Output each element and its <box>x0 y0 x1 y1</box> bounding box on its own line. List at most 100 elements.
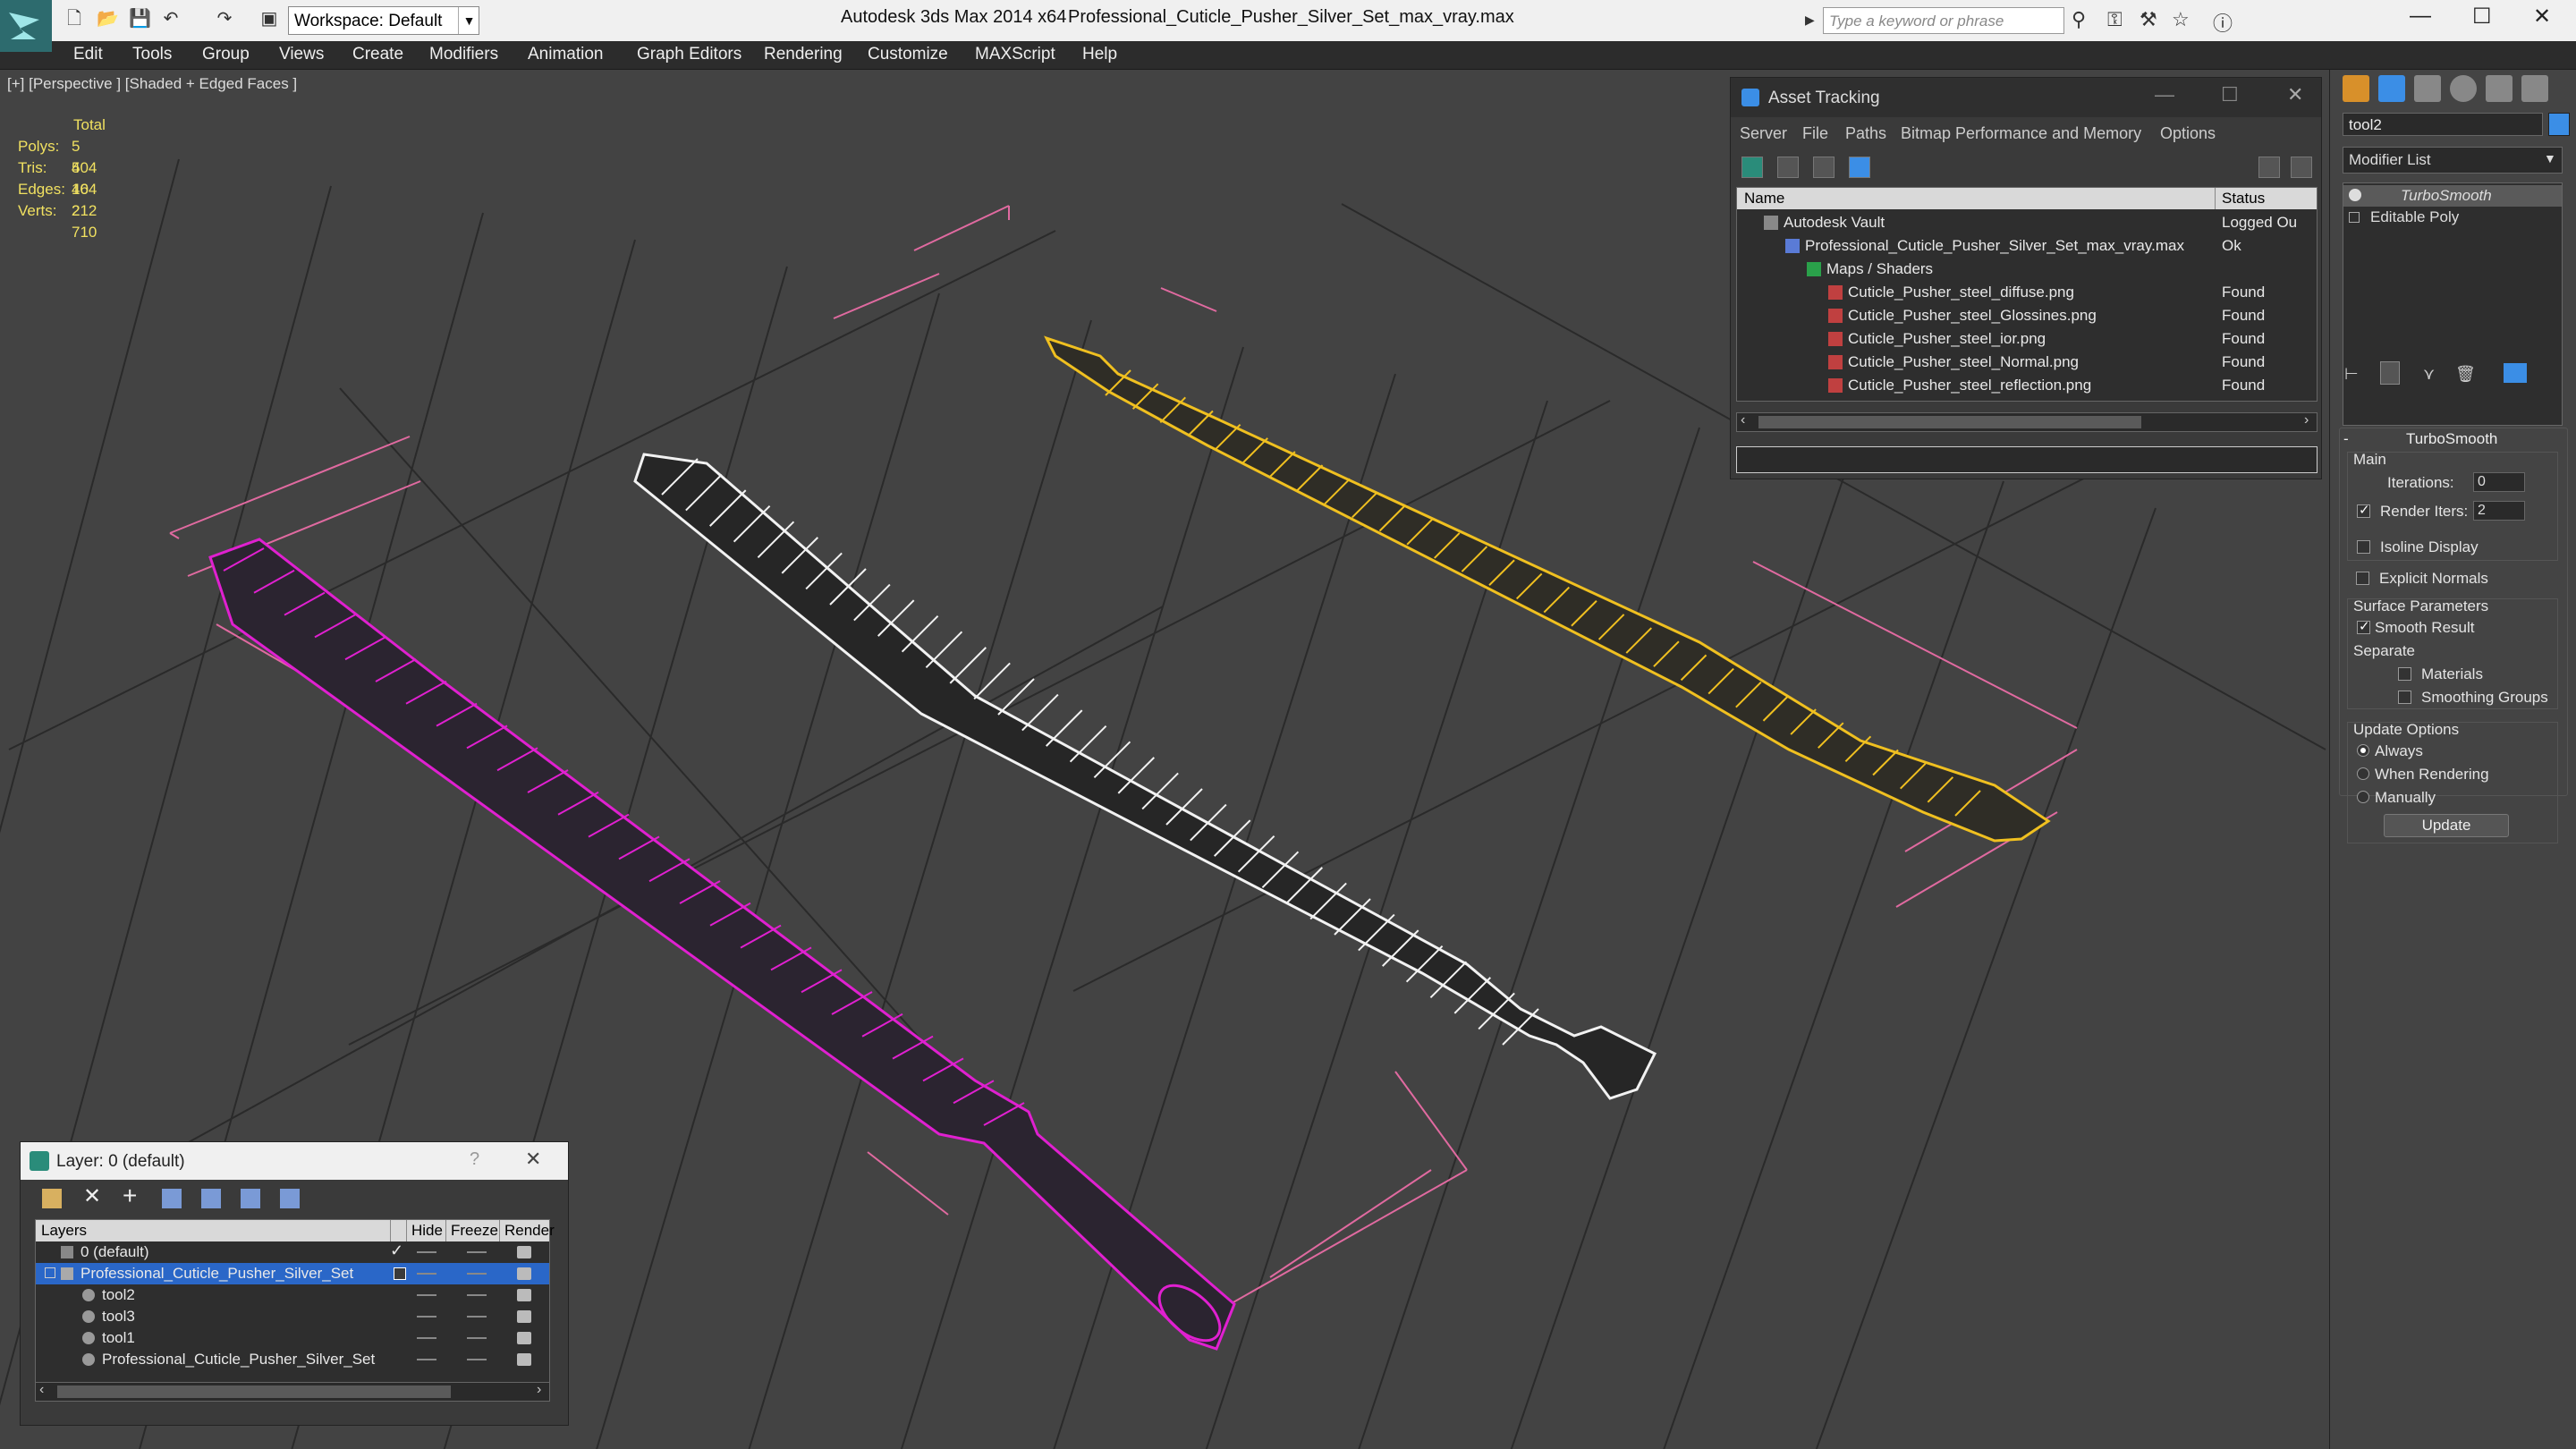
tools-icon[interactable]: ⚒ <box>2140 8 2157 31</box>
help-icon[interactable]: ⓘ <box>2213 8 2233 37</box>
table-row[interactable]: Cuticle_Pusher_steel_Normal.png Found <box>1737 351 2317 374</box>
horizontal-scrollbar[interactable]: ‹ › <box>1736 412 2318 432</box>
scroll-left-icon[interactable]: ‹ <box>39 1382 44 1398</box>
open-file-icon[interactable]: 📂 <box>97 9 119 29</box>
scroll-right-icon[interactable]: › <box>537 1382 541 1398</box>
column-freeze[interactable]: Freeze <box>451 1222 498 1240</box>
pin-stack-icon[interactable]: ⊢ <box>2344 365 2359 384</box>
app-logo-icon[interactable] <box>0 0 52 52</box>
column-name[interactable]: Name <box>1744 190 1784 208</box>
configure-sets-icon[interactable] <box>2504 363 2527 383</box>
render-iters-spinner[interactable]: 2 <box>2473 501 2525 521</box>
motion-tab-icon[interactable] <box>2450 75 2477 102</box>
column-layers[interactable]: Layers <box>41 1222 87 1240</box>
viewport-label[interactable]: [+] [Perspective ] [Shaded + Edged Faces… <box>7 75 297 93</box>
list-view-icon[interactable] <box>1777 157 1799 178</box>
hide-toggle[interactable] <box>417 1359 436 1360</box>
hide-toggle[interactable] <box>417 1316 436 1318</box>
manually-radio[interactable] <box>2357 791 2369 803</box>
menu-customize[interactable]: Customize <box>868 45 948 64</box>
expand-icon[interactable] <box>2349 212 2360 223</box>
menu-create[interactable]: Create <box>352 45 403 64</box>
add-to-layer-icon[interactable]: + <box>123 1182 137 1210</box>
menu-animation[interactable]: Animation <box>528 45 604 64</box>
collapse-icon[interactable]: - <box>2343 430 2349 448</box>
freeze-toggle[interactable] <box>467 1359 487 1360</box>
table-row[interactable]: Maps / Shaders <box>1737 258 2317 281</box>
asset-menu-bitmap[interactable]: Bitmap Performance and Memory <box>1901 124 2141 143</box>
materials-checkbox[interactable] <box>2398 667 2411 681</box>
scrollbar-thumb[interactable] <box>57 1385 451 1398</box>
menu-rendering[interactable]: Rendering <box>764 45 843 64</box>
asset-menu-options[interactable]: Options <box>2160 124 2216 143</box>
refresh-icon[interactable] <box>1741 157 1763 178</box>
hide-toggle[interactable] <box>417 1294 436 1296</box>
current-layer-box[interactable] <box>394 1267 406 1280</box>
hide-toggle[interactable] <box>417 1251 436 1253</box>
help-icon[interactable] <box>2258 157 2280 178</box>
create-tab-icon[interactable] <box>2343 75 2369 102</box>
render-teapot-icon[interactable] <box>517 1332 531 1344</box>
collapse-icon[interactable] <box>45 1267 55 1278</box>
asset-menu-paths[interactable]: Paths <box>1845 124 1886 143</box>
redo-icon[interactable]: ↷ <box>215 9 234 29</box>
menu-views[interactable]: Views <box>279 45 324 64</box>
asset-path-field[interactable] <box>1736 446 2318 473</box>
freeze-toggle[interactable] <box>467 1294 487 1296</box>
binoculars-icon[interactable]: ⚲ <box>2072 8 2086 31</box>
menu-help[interactable]: Help <box>1082 45 1117 64</box>
lightbulb-icon[interactable] <box>2349 189 2361 201</box>
scrollbar-thumb[interactable] <box>1758 416 2141 428</box>
modifier-list-dropdown[interactable]: Modifier List ▼ <box>2343 147 2563 174</box>
make-unique-icon[interactable]: ⋎ <box>2423 365 2435 384</box>
stack-item-editable-poly[interactable]: Editable Poly <box>2343 207 2562 228</box>
detail-view-icon[interactable] <box>1813 157 1835 178</box>
settings-icon[interactable] <box>2291 157 2312 178</box>
help-icon[interactable]: ? <box>470 1149 479 1170</box>
menu-graph-editors[interactable]: Graph Editors <box>637 45 741 64</box>
render-teapot-icon[interactable] <box>517 1267 531 1280</box>
stack-item-turbosmooth[interactable]: TurboSmooth <box>2343 185 2562 207</box>
render-teapot-icon[interactable] <box>517 1289 531 1301</box>
workspace-dropdown[interactable]: Workspace: Default <box>288 6 479 35</box>
column-render[interactable]: Render <box>504 1222 555 1240</box>
explicit-normals-checkbox[interactable] <box>2356 572 2369 585</box>
object-color-swatch[interactable] <box>2548 113 2570 136</box>
layer-row[interactable]: Professional_Cuticle_Pusher_Silver_Set <box>36 1263 549 1284</box>
freeze-toggle[interactable] <box>467 1337 487 1339</box>
render-iters-checkbox[interactable] <box>2357 502 2370 518</box>
minimize-icon[interactable]: — <box>2155 83 2174 106</box>
asset-menu-server[interactable]: Server <box>1740 124 1787 143</box>
table-row[interactable]: Professional_Cuticle_Pusher_Silver_Set_m… <box>1737 234 2317 258</box>
utilities-tab-icon[interactable] <box>2521 75 2548 102</box>
render-teapot-icon[interactable] <box>517 1353 531 1366</box>
freeze-toggle[interactable] <box>467 1251 487 1253</box>
freeze-toggle[interactable] <box>467 1273 487 1275</box>
show-end-result-icon[interactable] <box>2380 361 2400 385</box>
hide-toggle[interactable] <box>417 1273 436 1275</box>
update-button[interactable]: Update <box>2384 814 2509 837</box>
layer-row[interactable]: tool3 <box>36 1306 549 1327</box>
isoline-checkbox[interactable] <box>2357 540 2370 554</box>
hide-all-icon[interactable] <box>241 1189 260 1208</box>
display-tab-icon[interactable] <box>2486 75 2512 102</box>
column-hide[interactable]: Hide <box>411 1222 443 1240</box>
menu-edit[interactable]: Edit <box>73 45 103 64</box>
menu-modifiers[interactable]: Modifiers <box>429 45 498 64</box>
table-view-icon[interactable] <box>1849 157 1870 178</box>
render-teapot-icon[interactable] <box>517 1310 531 1323</box>
horizontal-scrollbar[interactable]: ‹ › <box>35 1382 550 1402</box>
search-input[interactable]: Type a keyword or phrase <box>1823 7 2064 34</box>
undo-icon[interactable]: ↶ <box>161 9 181 29</box>
chevron-down-icon[interactable]: ▼ <box>2544 151 2556 165</box>
freeze-toggle[interactable] <box>467 1316 487 1318</box>
always-radio[interactable] <box>2357 744 2369 757</box>
infocenter-arrow-icon[interactable]: ▶ <box>1805 13 1815 28</box>
close-icon[interactable]: ✕ <box>2533 4 2551 30</box>
layer-row[interactable]: Professional_Cuticle_Pusher_Silver_Set <box>36 1349 549 1370</box>
menu-group[interactable]: Group <box>202 45 250 64</box>
smoothing-groups-checkbox[interactable] <box>2398 691 2411 704</box>
maximize-icon[interactable]: ☐ <box>2472 4 2492 30</box>
scroll-right-icon[interactable]: › <box>2304 412 2309 428</box>
asset-tracking-titlebar[interactable]: Asset Tracking — ☐ ✕ <box>1731 78 2321 117</box>
